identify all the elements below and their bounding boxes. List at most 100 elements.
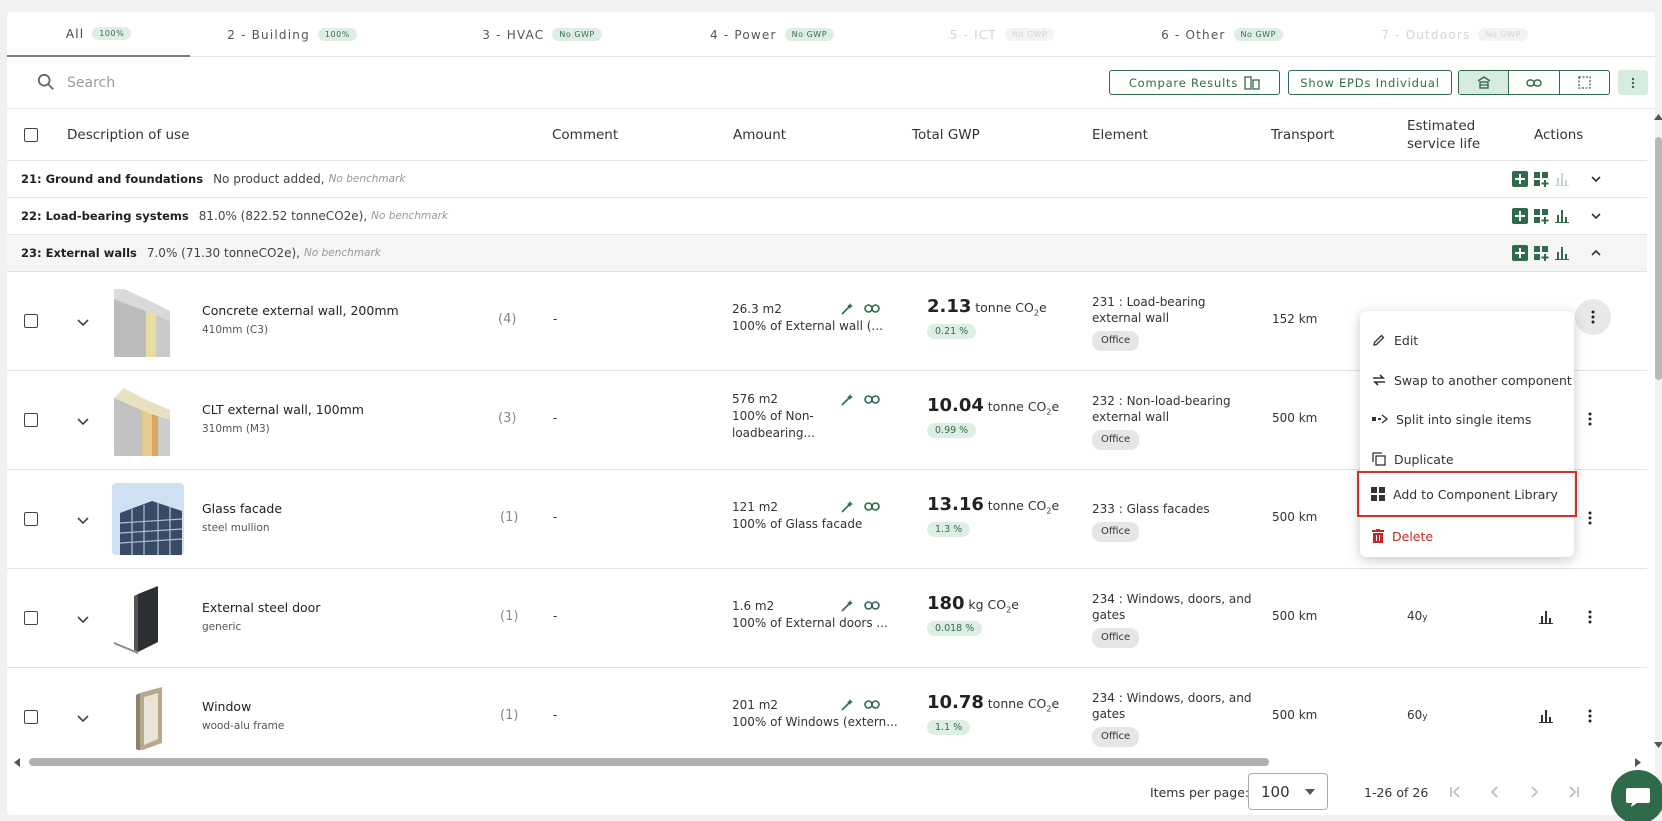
chart-icon[interactable]	[1539, 610, 1553, 624]
group-row-expanded[interactable]: 23: External walls 7.0% (71.30 tonneCO2e…	[7, 235, 1647, 272]
table-row[interactable]: Window wood-alu frame (1) - 201 m2 100% …	[7, 668, 1647, 750]
menu-item-split[interactable]: Split into single items	[1360, 400, 1574, 438]
chart-icon[interactable]	[1554, 245, 1570, 261]
column-estimated-service-life[interactable]: Estimated service life	[1407, 109, 1480, 161]
total-gwp-cell: 10.04 tonne CO2e 0.99 %	[927, 395, 1059, 438]
search-input[interactable]	[67, 69, 567, 97]
chart-icon[interactable]	[1554, 208, 1570, 224]
link-icon[interactable]	[864, 600, 880, 611]
amount-share: 100% of External doors ...	[732, 616, 888, 630]
magic-wand-icon[interactable]	[840, 500, 854, 514]
link-icon[interactable]	[864, 394, 880, 405]
horizontal-scrollbar[interactable]	[29, 758, 1269, 766]
magic-wand-icon[interactable]	[840, 599, 854, 613]
view-building-toggle[interactable]	[1459, 71, 1510, 94]
comment-cell[interactable]: -	[553, 510, 557, 524]
product-name[interactable]: External steel door	[202, 600, 320, 615]
chevron-down-icon[interactable]	[76, 711, 90, 725]
gwp-unit: tonne CO2e	[987, 498, 1060, 516]
toolbar-more-button[interactable]	[1618, 70, 1648, 95]
view-select-toggle[interactable]	[1560, 71, 1609, 94]
column-total-gwp[interactable]: Total GWP	[912, 109, 980, 161]
product-name[interactable]: Concrete external wall, 200mm	[202, 303, 399, 318]
tab-power[interactable]: 4 - Power No GWP	[692, 12, 852, 57]
row-checkbox[interactable]	[24, 413, 38, 427]
last-page-icon[interactable]	[1567, 785, 1581, 799]
more-vertical-icon[interactable]	[1588, 610, 1592, 624]
chart-icon[interactable]	[1539, 709, 1553, 723]
more-vertical-icon[interactable]	[1588, 709, 1592, 723]
chevron-down-icon[interactable]	[76, 414, 90, 428]
previous-page-icon[interactable]	[1488, 785, 1502, 799]
add-icon[interactable]	[1512, 171, 1528, 187]
scroll-right-icon[interactable]	[1634, 758, 1642, 767]
items-per-page-select[interactable]: 100	[1248, 773, 1328, 810]
menu-item-edit[interactable]: Edit	[1360, 321, 1574, 359]
magic-wand-icon[interactable]	[840, 302, 854, 316]
link-icon[interactable]	[864, 303, 880, 314]
comment-cell[interactable]: -	[553, 708, 557, 722]
group-title: 21: Ground and foundations	[21, 172, 204, 186]
menu-item-add-to-component-library[interactable]: Add to Component Library	[1357, 471, 1577, 517]
compare-results-button[interactable]: Compare Results	[1109, 70, 1280, 95]
row-more-button-active[interactable]	[1575, 299, 1611, 335]
scroll-down-icon[interactable]	[1654, 741, 1662, 749]
scroll-up-icon[interactable]	[1654, 113, 1662, 121]
group-row[interactable]: 21: Ground and foundations No product ad…	[7, 161, 1647, 198]
link-icon[interactable]	[864, 699, 880, 710]
chat-launcher-button[interactable]	[1611, 770, 1662, 821]
chevron-down-icon[interactable]	[76, 315, 90, 329]
column-comment[interactable]: Comment	[552, 109, 618, 161]
view-link-toggle[interactable]	[1509, 71, 1560, 94]
tab-building[interactable]: 2 - Building 100%	[217, 12, 367, 57]
tab-hvac[interactable]: 3 - HVAC No GWP	[462, 12, 622, 57]
add-component-icon[interactable]	[1533, 171, 1549, 187]
amount-value: 26.3 m2	[732, 302, 782, 316]
first-page-icon[interactable]	[1448, 785, 1462, 799]
column-description[interactable]: Description of use	[67, 109, 189, 161]
chevron-down-icon[interactable]	[76, 612, 90, 626]
magic-wand-icon[interactable]	[840, 698, 854, 712]
column-transport[interactable]: Transport	[1271, 109, 1334, 161]
magic-wand-icon[interactable]	[840, 393, 854, 407]
comment-cell[interactable]: -	[553, 609, 557, 623]
comment-cell[interactable]: -	[553, 411, 557, 425]
menu-item-delete[interactable]: Delete	[1360, 517, 1574, 555]
product-thumbnail	[112, 285, 184, 357]
add-component-icon[interactable]	[1533, 208, 1549, 224]
product-sub: wood-alu frame	[202, 720, 285, 732]
menu-item-label: Swap to another component	[1394, 372, 1572, 388]
tab-other[interactable]: 6 - Other No GWP	[1142, 12, 1302, 57]
add-icon[interactable]	[1512, 245, 1528, 261]
more-vertical-icon[interactable]	[1588, 412, 1592, 426]
row-checkbox[interactable]	[24, 314, 38, 328]
add-component-icon[interactable]	[1533, 245, 1549, 261]
column-element[interactable]: Element	[1092, 109, 1148, 161]
comment-cell[interactable]: -	[553, 312, 557, 326]
vertical-scrollbar[interactable]	[1655, 137, 1662, 380]
group-row[interactable]: 22: Load-bearing systems 81.0% (822.52 t…	[7, 198, 1647, 235]
table-row[interactable]: External steel door generic (1) - 1.6 m2…	[7, 569, 1647, 668]
add-icon[interactable]	[1512, 208, 1528, 224]
product-name[interactable]: Window	[202, 699, 284, 714]
select-all-checkbox[interactable]	[24, 128, 38, 142]
column-amount[interactable]: Amount	[733, 109, 786, 161]
link-icon[interactable]	[864, 501, 880, 512]
chevron-down-icon[interactable]	[76, 513, 90, 527]
tab-all[interactable]: All 100%	[7, 12, 190, 57]
show-epds-individual-button[interactable]: Show EPDs Individual	[1288, 70, 1452, 95]
product-name[interactable]: CLT external wall, 100mm	[202, 402, 364, 417]
grid-icon	[1371, 487, 1385, 501]
row-checkbox[interactable]	[24, 611, 38, 625]
chevron-up-icon[interactable]	[1589, 246, 1603, 260]
scroll-left-icon[interactable]	[13, 758, 21, 767]
chevron-down-icon[interactable]	[1589, 209, 1603, 223]
row-checkbox[interactable]	[24, 710, 38, 724]
product-name[interactable]: Glass facade	[202, 501, 282, 516]
more-vertical-icon[interactable]	[1588, 511, 1592, 525]
element-tag: Office	[1092, 522, 1140, 542]
row-checkbox[interactable]	[24, 512, 38, 526]
chevron-down-icon[interactable]	[1589, 172, 1603, 186]
next-page-icon[interactable]	[1527, 785, 1541, 799]
menu-item-swap[interactable]: Swap to another component	[1360, 361, 1574, 399]
